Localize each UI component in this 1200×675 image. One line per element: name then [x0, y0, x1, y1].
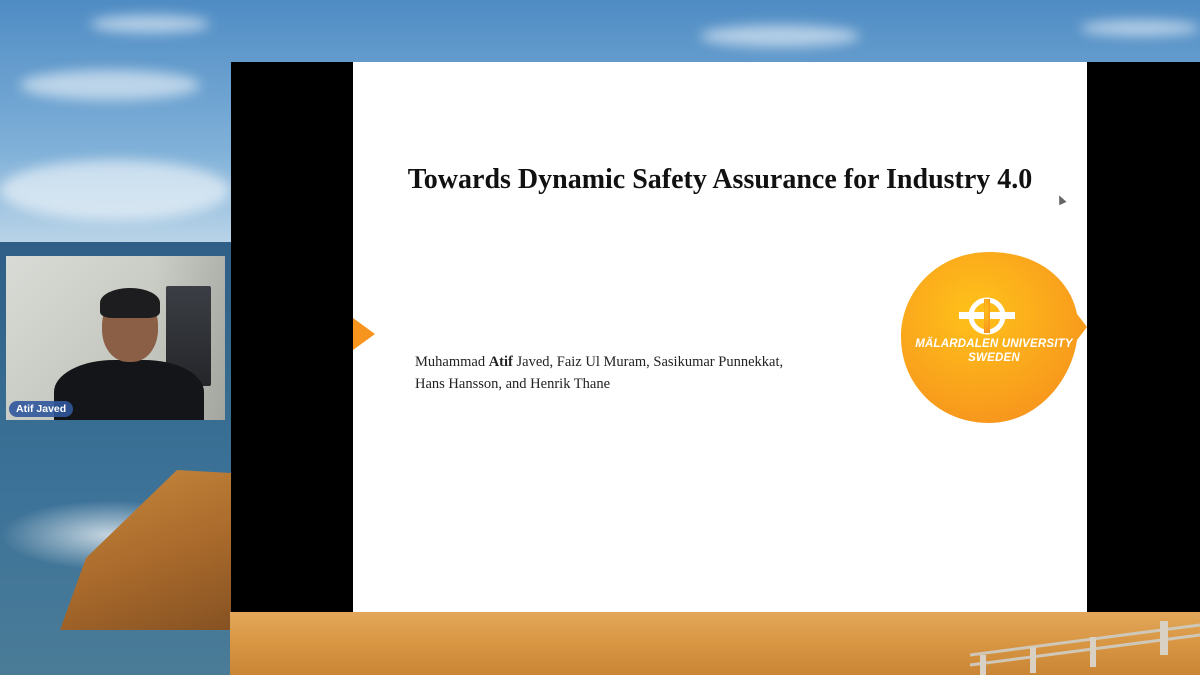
logo-text-line1: MÄLARDALEN UNIVERSITY [915, 338, 1073, 350]
authors-line-2: Hans Hansson, and Henrik Thane [415, 376, 611, 392]
highlighted-author: Atif [488, 354, 513, 370]
participant-video-tile[interactable]: Atif Javed [6, 256, 225, 420]
accent-arrow-icon [353, 318, 375, 350]
authors-line-1: Muhammad Atif Javed, Faiz Ul Muram, Sasi… [415, 354, 784, 370]
university-logo: MÄLARDALEN UNIVERSITY SWEDEN [901, 252, 1087, 423]
railing-decoration [970, 621, 1200, 675]
slide-authors: Muhammad Atif Javed, Faiz Ul Muram, Sasi… [415, 351, 875, 395]
participant-body [54, 360, 204, 420]
slide-title: Towards Dynamic Safety Assurance for Ind… [407, 164, 1033, 195]
shared-screen: Towards Dynamic Safety Assurance for Ind… [231, 62, 1200, 612]
logo-text-line2: SWEDEN [968, 352, 1020, 364]
participant-name-label: Atif Javed [9, 401, 74, 417]
presentation-slide: Towards Dynamic Safety Assurance for Ind… [353, 62, 1087, 612]
